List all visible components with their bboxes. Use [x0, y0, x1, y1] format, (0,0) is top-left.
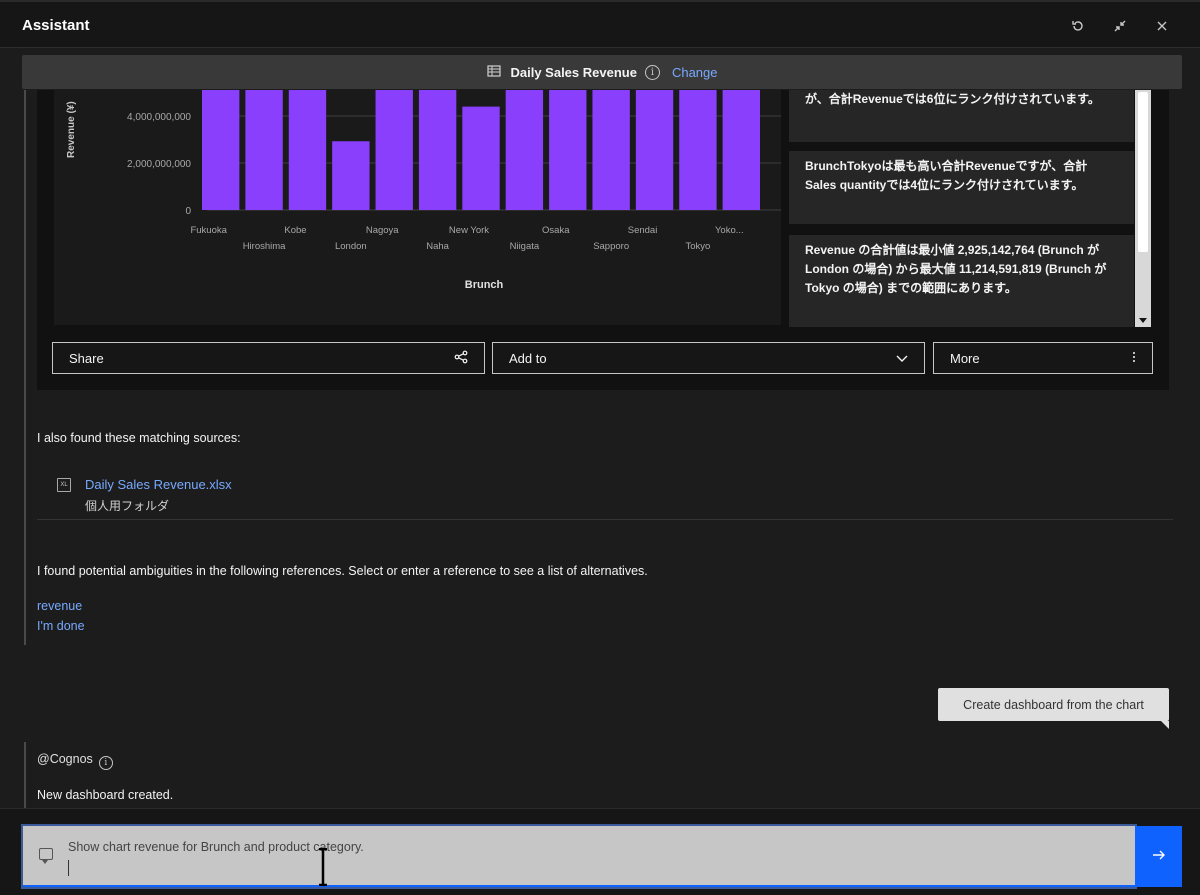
- chart-bar: [418, 90, 457, 210]
- info-icon[interactable]: i: [644, 64, 660, 80]
- x-tick-label: London: [335, 241, 367, 252]
- user-message-text: Create dashboard from the chart: [963, 697, 1144, 712]
- text-cursor-icon: [319, 848, 327, 886]
- add-to-dropdown[interactable]: Add to: [492, 342, 925, 374]
- y-axis-label: Revenue (¥): [66, 101, 77, 158]
- y-tick-label: 0: [185, 206, 191, 217]
- send-button[interactable]: [1135, 826, 1182, 887]
- datasource-name: Daily Sales Revenue: [510, 64, 637, 80]
- x-axis-label: Brunch: [465, 279, 504, 291]
- text-caret: [68, 860, 69, 876]
- message-rail: [24, 742, 26, 808]
- chart-bar: [592, 90, 630, 210]
- chart-panel: 02,000,000,0004,000,000,0006,000,000,000…: [54, 90, 781, 325]
- chart-bar: [375, 90, 413, 210]
- chat-input-bar: Show chart revenue for Brunch and produc…: [0, 808, 1200, 895]
- insights-list: が、合計Revenueでは6位にランク付けされています。 BrunchTokyo…: [789, 90, 1151, 327]
- chat-icon: [39, 848, 53, 864]
- sources-intro: I also found these matching sources:: [37, 431, 241, 445]
- arrow-right-icon: [1152, 848, 1166, 866]
- chat-input-field[interactable]: Show chart revenue for Brunch and produc…: [21, 824, 1137, 889]
- insight-item: BrunchTokyoは最も高い合計Revenueですが、合計Sales qua…: [789, 151, 1134, 224]
- bot-name-row: @Cognos i: [37, 752, 113, 770]
- chart-bar: [462, 106, 500, 210]
- spreadsheet-icon: XL: [57, 478, 71, 492]
- chart-bar: [288, 90, 327, 211]
- divider: [37, 519, 1173, 520]
- x-tick-label: Yoko...: [715, 225, 744, 236]
- table-icon: [486, 64, 502, 80]
- share-label: Share: [69, 350, 104, 366]
- scroll-thumb[interactable]: [1138, 92, 1148, 252]
- revenue-bar-chart: 02,000,000,0004,000,000,0006,000,000,000…: [66, 90, 781, 291]
- chart-bar: [635, 90, 674, 211]
- info-icon[interactable]: i: [98, 756, 113, 770]
- user-message-bubble: Create dashboard from the chart: [938, 688, 1169, 729]
- insight-item: が、合計Revenueでは6位にランク付けされています。: [789, 90, 1134, 142]
- insight-item: Revenue の合計値は最小値 2,925,142,764 (Brunch が…: [789, 235, 1134, 327]
- chart-bar: [245, 90, 283, 211]
- collapse-icon[interactable]: [1108, 14, 1132, 38]
- insights-scrollbar[interactable]: [1135, 90, 1151, 327]
- source-file-link[interactable]: Daily Sales Revenue.xlsx: [85, 477, 232, 492]
- x-tick-label: New York: [449, 225, 489, 236]
- close-icon[interactable]: [1150, 14, 1174, 38]
- x-tick-label: Naha: [426, 241, 449, 252]
- overflow-menu-icon: [1132, 351, 1136, 366]
- x-tick-label: Kobe: [284, 225, 306, 236]
- x-tick-label: Nagoya: [366, 225, 399, 236]
- title-bar: Assistant: [0, 0, 1200, 48]
- x-tick-label: Sendai: [628, 225, 658, 236]
- bot-name: @Cognos: [37, 752, 93, 766]
- chart-card: 02,000,000,0004,000,000,0006,000,000,000…: [37, 90, 1169, 390]
- chart-bar: [549, 90, 587, 211]
- add-to-label: Add to: [509, 350, 547, 366]
- scroll-down-icon[interactable]: [1139, 318, 1147, 323]
- assistant-panel: Assistant Daily Sales Revenue i Change 0…: [0, 0, 1200, 895]
- message-rail: [24, 90, 26, 645]
- chart-bar: [679, 90, 717, 211]
- chart-bar: [505, 90, 544, 211]
- panel-title: Assistant: [22, 17, 90, 34]
- y-tick-label: 2,000,000,000: [127, 159, 191, 170]
- x-tick-label: Fukuoka: [190, 225, 227, 236]
- ambiguity-text: I found potential ambiguities in the fol…: [37, 564, 648, 578]
- share-button[interactable]: Share: [52, 342, 485, 374]
- share-icon: [454, 350, 468, 367]
- x-tick-label: Hiroshima: [243, 241, 286, 252]
- conversation-area: 02,000,000,0004,000,000,0006,000,000,000…: [0, 90, 1200, 808]
- datasource-bar: Daily Sales Revenue i Change: [22, 55, 1182, 89]
- chart-bar: [202, 90, 240, 210]
- x-tick-label: Sapporo: [593, 241, 629, 252]
- chart-bar: [332, 141, 370, 210]
- ambiguity-option-done[interactable]: I'm done: [37, 619, 85, 633]
- chevron-down-icon: [896, 351, 908, 366]
- x-tick-label: Tokyo: [686, 241, 711, 252]
- more-label: More: [950, 350, 980, 366]
- more-button[interactable]: More: [933, 342, 1153, 374]
- bot-message: New dashboard created.: [37, 788, 174, 802]
- x-tick-label: Niigata: [510, 241, 540, 252]
- change-datasource-link[interactable]: Change: [672, 65, 718, 80]
- ambiguity-option-revenue[interactable]: revenue: [37, 599, 82, 613]
- chart-bar: [722, 90, 760, 211]
- source-folder: 個人用フォルダ: [85, 499, 170, 513]
- x-tick-label: Osaka: [542, 225, 570, 236]
- y-tick-label: 4,000,000,000: [127, 112, 191, 123]
- reset-icon[interactable]: [1066, 14, 1090, 38]
